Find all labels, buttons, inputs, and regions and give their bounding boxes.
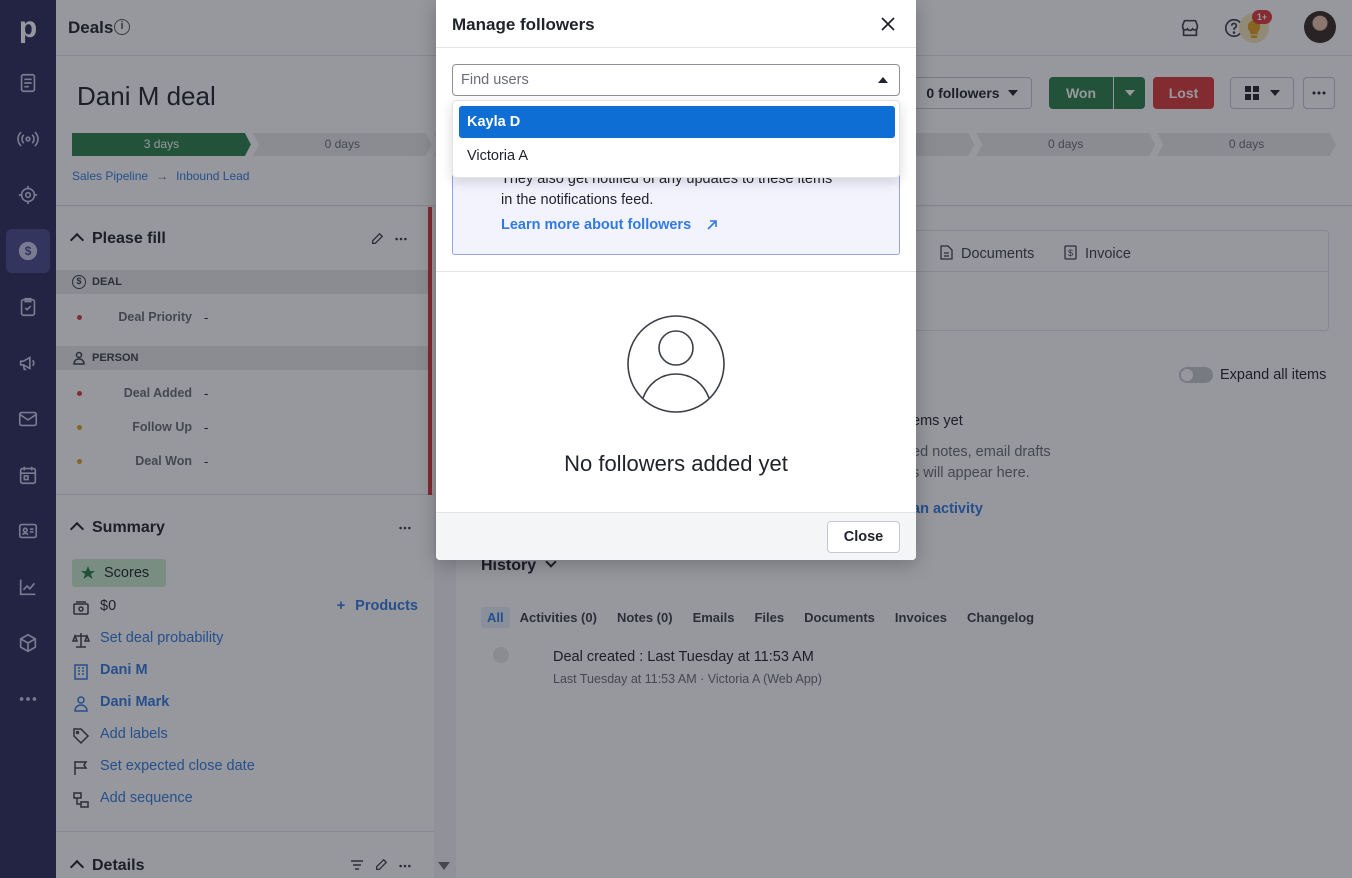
caret-up-icon[interactable] — [878, 77, 888, 83]
user-option-kayla[interactable]: Kayla D — [459, 106, 895, 138]
empty-state-text: No followers added yet — [564, 451, 788, 476]
learn-more-link[interactable]: Learn more about followers — [501, 217, 691, 233]
find-users-input[interactable] — [453, 65, 899, 95]
external-link-icon[interactable] — [705, 218, 719, 232]
find-users-select[interactable] — [452, 64, 900, 96]
users-dropdown: Kayla D Victoria A — [452, 100, 900, 178]
modal-header: Manage followers — [436, 0, 916, 48]
empty-user-icon — [627, 315, 725, 413]
modal-footer: Close — [436, 512, 916, 560]
modal-title: Manage followers — [452, 15, 595, 34]
divider — [436, 271, 916, 272]
close-icon[interactable] — [876, 12, 900, 36]
user-option-victoria[interactable]: Victoria A — [459, 140, 895, 172]
close-button[interactable]: Close — [827, 521, 900, 553]
info-line: in the notifications feed. — [501, 192, 654, 208]
manage-followers-modal: Manage followers They also get notified … — [436, 0, 916, 560]
